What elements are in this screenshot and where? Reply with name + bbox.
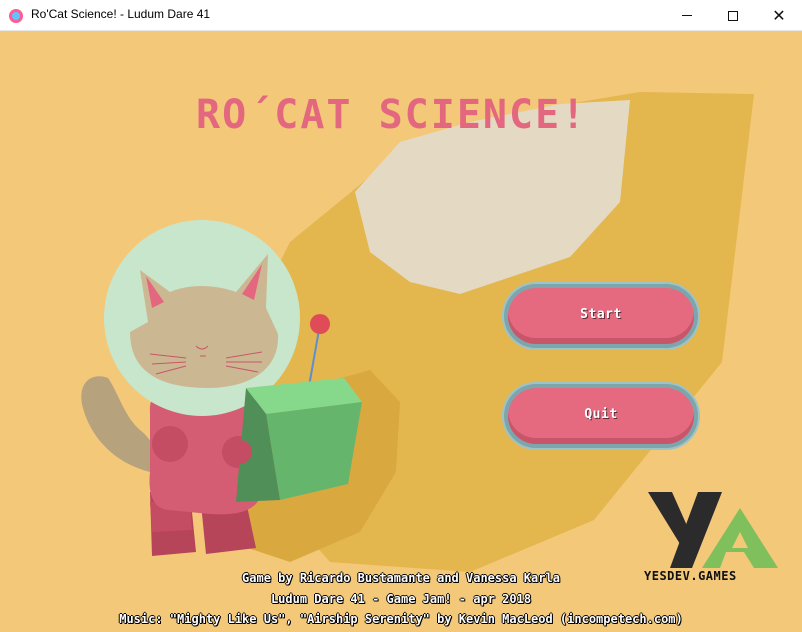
credit-line: Music: "Mighty Like Us", "Airship Sereni… [119,612,683,626]
science-box [236,378,362,502]
start-button-label: Start [508,288,694,344]
game-title: RO´CAT SCIENCE! [196,92,588,138]
minimize-button[interactable] [664,0,710,31]
window-title: Ro'Cat Science! - Ludum Dare 41 [31,7,211,21]
quit-button[interactable]: Quit [502,382,700,450]
quit-button-label: Quit [508,388,694,444]
antenna-ball [310,314,330,334]
close-button[interactable]: ✕ [756,0,802,31]
start-button[interactable]: Start [502,282,700,350]
maximize-icon [728,10,738,21]
credit-line: Game by Ricardo Bustamante and Vanessa K… [242,571,560,585]
game-window: Ro'Cat Science! - Ludum Dare 41 ✕ RO´CAT… [0,0,802,632]
game-canvas: RO´CAT SCIENCE! Start Quit YESDEV.GAMES … [0,32,802,632]
close-icon: ✕ [772,5,786,25]
heart-app-icon [9,9,23,23]
cat-paw [228,440,252,464]
title-bar[interactable]: Ro'Cat Science! - Ludum Dare 41 ✕ [0,0,802,31]
credit-line: Ludum Dare 41 - Game Jam! - apr 2018 [270,592,532,606]
cat-arm-left [152,426,188,462]
maximize-button[interactable] [710,0,756,31]
minimize-icon [682,15,692,16]
